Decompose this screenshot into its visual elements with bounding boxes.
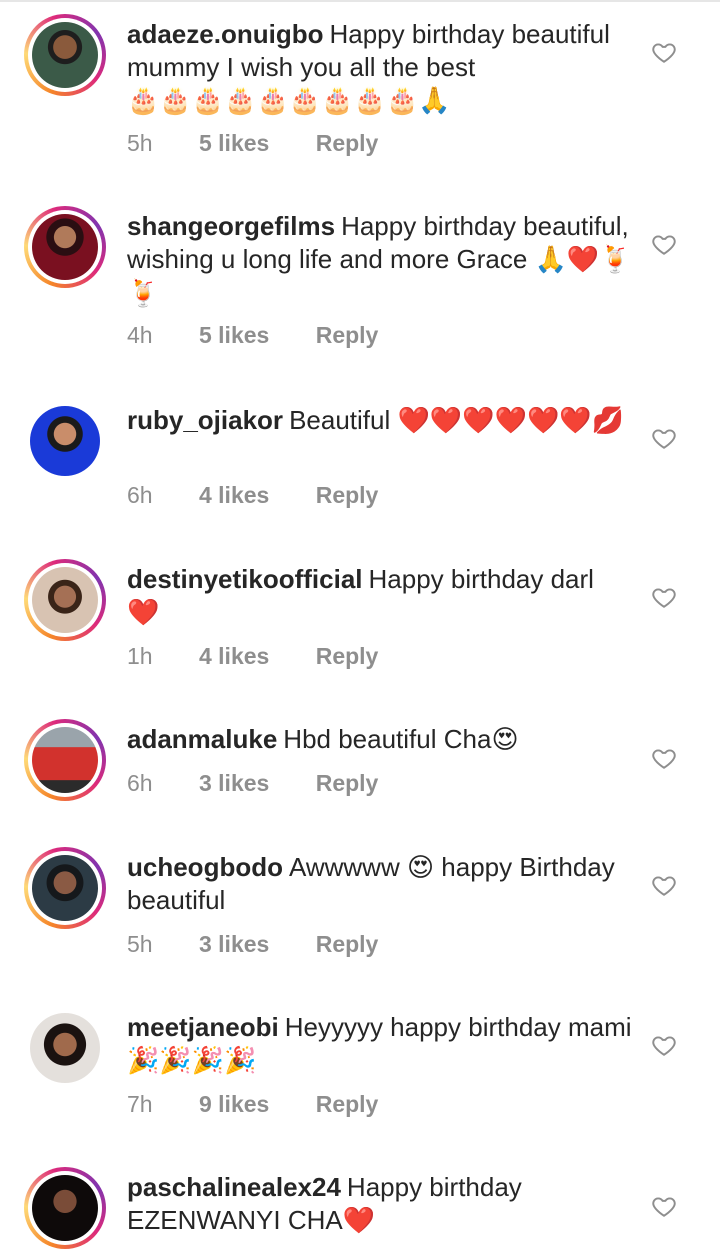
comment-likes[interactable]: 3 likes [199, 931, 269, 958]
avatar[interactable] [32, 567, 98, 633]
top-divider [0, 0, 720, 2]
story-ring[interactable] [24, 206, 106, 288]
reply-button[interactable]: Reply [316, 643, 379, 670]
comment-likes[interactable]: 4 likes [199, 643, 269, 670]
comment-emojis: ❤️ [127, 598, 160, 628]
comment-text: shangeorgefilms Happy birthday beautiful,… [127, 210, 632, 311]
story-ring[interactable] [24, 559, 106, 641]
reply-button[interactable]: Reply [316, 130, 379, 157]
heart-icon[interactable] [651, 425, 677, 451]
comment-emojis: ❤️❤️❤️❤️❤️❤️💋 [397, 406, 625, 436]
comment-meta: 6h 4 likes Reply [127, 482, 378, 509]
comment-text: ruby_ojiakor Beautiful ❤️❤️❤️❤️❤️❤️💋 [127, 404, 632, 438]
comment-body: Beautiful [289, 405, 391, 435]
comment-emojis: ❤️ [342, 1206, 376, 1236]
comment-meta: 1h 4 likes Reply [127, 643, 378, 670]
story-ring[interactable] [24, 719, 106, 801]
comment-time: 7h [127, 1091, 153, 1117]
comment-text: adanmaluke Hbd beautiful Cha😍 [127, 723, 632, 757]
comment-username[interactable]: paschalinealex24 [127, 1172, 341, 1202]
heart-icon[interactable] [651, 872, 677, 898]
reply-button[interactable]: Reply [316, 770, 379, 797]
comment-username[interactable]: ruby_ojiakor [127, 405, 283, 435]
avatar[interactable] [32, 1175, 98, 1241]
avatar-frame[interactable] [24, 1007, 106, 1089]
heart-icon[interactable] [651, 584, 677, 610]
comment-username[interactable]: meetjaneobi [127, 1012, 279, 1042]
reply-button[interactable]: Reply [316, 1091, 379, 1118]
comment-likes[interactable]: 5 likes [199, 130, 269, 157]
comment-text: ucheogbodo Awwwww 😍 happy Birthday beauti… [127, 851, 632, 917]
comment-body: Happy birthday darl [368, 564, 594, 594]
avatar[interactable] [32, 727, 98, 793]
comment-time: 5h [127, 130, 153, 156]
reply-button[interactable]: Reply [316, 322, 379, 349]
heart-icon[interactable] [651, 39, 677, 65]
avatar[interactable] [32, 22, 98, 88]
avatar[interactable] [30, 1013, 100, 1083]
comment-body: Hbd beautiful Cha [283, 724, 492, 754]
comment-meta: 6h 3 likes Reply [127, 770, 378, 797]
comment-emojis: 😍 [491, 725, 519, 755]
avatar[interactable] [32, 855, 98, 921]
comment-username[interactable]: adaeze.onuigbo [127, 19, 323, 49]
comment-emojis: 🎂🎂🎂🎂🎂🎂🎂🎂🎂🙏 [127, 86, 451, 116]
reply-button[interactable]: Reply [316, 931, 379, 958]
story-ring[interactable] [24, 847, 106, 929]
comment-text: paschalinealex24 Happy birthday EZENWANYI… [127, 1171, 632, 1238]
comment-text: adaeze.onuigbo Happy birthday beautiful m… [127, 18, 632, 118]
comment-body: Heyyyyy happy birthday mami [284, 1012, 632, 1042]
comment-likes[interactable]: 3 likes [199, 770, 269, 797]
comment-emojis: 🎉🎉🎉🎉 [127, 1046, 257, 1076]
comment-likes[interactable]: 5 likes [199, 322, 269, 349]
heart-icon[interactable] [651, 1032, 677, 1058]
heart-icon[interactable] [651, 231, 677, 257]
comment-username[interactable]: ucheogbodo [127, 852, 283, 882]
comment-time: 6h [127, 770, 153, 796]
story-ring[interactable] [24, 14, 106, 96]
comment-meta: 4h 5 likes Reply [127, 322, 378, 349]
comment-username[interactable]: shangeorgefilms [127, 211, 335, 241]
avatar[interactable] [32, 214, 98, 280]
comment-meta: 5h 3 likes Reply [127, 931, 378, 958]
comment-meta: 5h 5 likes Reply [127, 130, 378, 157]
comment-time: 6h [127, 482, 153, 508]
comment-meta: 7h 9 likes Reply [127, 1091, 378, 1118]
story-ring[interactable] [24, 1167, 106, 1249]
heart-icon[interactable] [651, 745, 677, 771]
avatar[interactable] [30, 406, 100, 476]
comment-text: meetjaneobi Heyyyyy happy birthday mami 🎉🎉… [127, 1011, 632, 1078]
comment-text: destinyetikoofficial Happy birthday darl … [127, 563, 632, 630]
comment-username[interactable]: destinyetikoofficial [127, 564, 363, 594]
comment-likes[interactable]: 9 likes [199, 1091, 269, 1118]
reply-button[interactable]: Reply [316, 482, 379, 509]
comment-time: 4h [127, 322, 153, 348]
avatar-frame[interactable] [24, 400, 106, 482]
heart-icon[interactable] [651, 1193, 677, 1219]
comment-likes[interactable]: 4 likes [199, 482, 269, 509]
comment-username[interactable]: adanmaluke [127, 724, 277, 754]
comment-time: 1h [127, 643, 153, 669]
comment-time: 5h [127, 931, 153, 957]
